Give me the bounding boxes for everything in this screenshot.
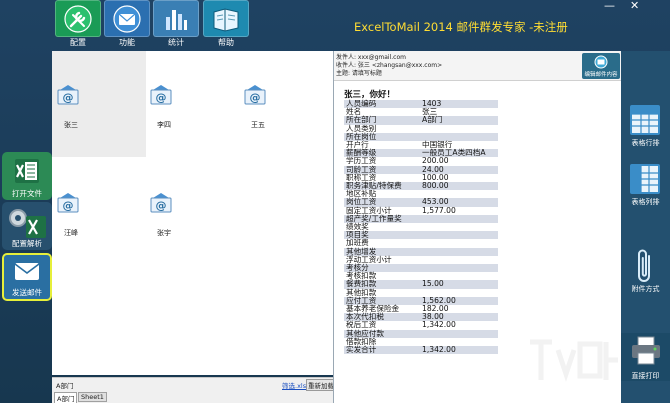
salary-row: 实发合计 1,342.00 <box>344 345 498 355</box>
salary-field-value <box>420 124 498 133</box>
salary-field-value <box>420 214 498 224</box>
filter-link[interactable]: 筛选.xls <box>282 380 306 390</box>
salary-field-value <box>420 231 498 240</box>
salary-field-value <box>420 247 498 256</box>
recipient-name: 汪峰 <box>64 229 78 237</box>
recipient-item[interactable]: @ 张三 <box>56 84 106 136</box>
mail-subject: 主题: 请填写标题 <box>336 70 382 77</box>
envelope-icon <box>104 0 150 37</box>
salary-field-value: 1,342.00 <box>420 345 498 355</box>
toolbar-config-label: 配置 <box>70 38 86 47</box>
salary-field-value: 800.00 <box>420 181 498 191</box>
table-rows-icon <box>630 105 660 135</box>
excel-config-icon <box>9 209 46 238</box>
toolbar-function-button[interactable]: 功能 <box>104 0 150 48</box>
toolbar-help-label: 帮助 <box>218 38 234 47</box>
svg-text:@: @ <box>63 199 74 212</box>
send-mail-icon <box>14 263 40 280</box>
app-window: 配置 功能 统计 帮助 ExcelToMail 2014 邮件群发专家 -未注册… <box>0 0 670 403</box>
salary-row: 人员编码 1403 <box>344 99 498 109</box>
toolbar-stats-button[interactable]: 统计 <box>153 0 199 48</box>
svg-text:@: @ <box>63 91 74 104</box>
salary-field-value: A部门 <box>420 116 498 125</box>
recipient-item[interactable]: @ 张宇 <box>149 192 199 244</box>
edit-mail-icon <box>594 55 608 69</box>
svg-text:@: @ <box>156 91 167 104</box>
edit-mail-content-label: 编辑邮件内容 <box>584 72 618 78</box>
mail-contact-icon: @ <box>57 193 79 213</box>
reload-button[interactable]: 重新加载 <box>306 379 336 391</box>
app-title: ExcelToMail 2014 邮件群发专家 -未注册 <box>354 20 568 34</box>
minimize-button[interactable]: — <box>604 0 615 12</box>
mail-header: 发件人: xxx@gmail.com 收件人: 张三 <zhangsan@xxx… <box>334 51 621 81</box>
bar-chart-icon <box>153 0 199 37</box>
attachment-mode-button[interactable]: 附件方式 <box>621 246 670 294</box>
table-rows-label: 表格行排 <box>631 139 660 147</box>
toolbar-function-label: 功能 <box>119 38 135 47</box>
help-book-icon <box>203 0 249 37</box>
edit-mail-content-button[interactable]: 编辑邮件内容 <box>582 53 620 79</box>
toolbar-help-button[interactable]: 帮助 <box>203 0 249 48</box>
salary-field-value <box>420 329 498 338</box>
salary-field-value <box>420 255 498 265</box>
svg-text:@: @ <box>156 199 167 212</box>
table-columns-icon <box>630 164 660 194</box>
recipient-name: 李四 <box>157 121 171 129</box>
salary-field-value <box>420 239 498 248</box>
recipient-name: 张宇 <box>157 229 171 237</box>
table-columns-button[interactable]: 表格列排 <box>621 159 670 207</box>
toolbar-config-button[interactable]: 配置 <box>55 0 101 48</box>
sidebar-send-mail-button[interactable]: 发送邮件 <box>2 253 52 301</box>
salary-field-value <box>420 264 498 273</box>
close-button[interactable]: ✕ <box>630 0 639 12</box>
recipient-name: 张三 <box>64 121 78 129</box>
mail-contact-icon: @ <box>150 85 172 105</box>
printer-icon <box>632 336 660 365</box>
paperclip-icon <box>638 249 650 282</box>
sidebar-config-parse-button[interactable]: 配置解析 <box>2 202 52 250</box>
salary-field-value: 1,342.00 <box>420 321 498 330</box>
mail-contact-icon: @ <box>57 85 79 105</box>
sheet-tab-a[interactable]: A部门 <box>54 392 78 403</box>
salary-field-value <box>420 223 498 232</box>
sidebar-send-mail-label: 发送邮件 <box>12 288 42 297</box>
group-label: A部门 <box>56 382 74 390</box>
table-columns-label: 表格列排 <box>631 198 660 206</box>
recipient-item[interactable]: @ 汪峰 <box>56 192 106 244</box>
svg-text:@: @ <box>250 91 261 104</box>
sheet-tab-sheet1[interactable]: Sheet1 <box>78 392 107 402</box>
salary-field-name: 实发合计 <box>344 345 420 355</box>
sidebar-open-file-label: 打开文件 <box>12 189 42 198</box>
table-rows-button[interactable]: 表格行排 <box>621 100 670 148</box>
direct-print-button[interactable]: 直接打印 <box>621 333 670 381</box>
watermark-logo <box>530 339 618 382</box>
mail-contact-icon: @ <box>150 193 172 213</box>
salary-table: 人员编码 1403 姓名 张三 所在部门 A部门 人员类别 所在岗位 开户行 中国银行 薪酬等级 一般… <box>344 99 498 355</box>
excel-icon <box>15 159 39 183</box>
sidebar-open-file-button[interactable]: 打开文件 <box>2 152 52 200</box>
mail-contact-icon: @ <box>244 85 266 105</box>
sidebar-config-parse-label: 配置解析 <box>12 239 42 248</box>
direct-print-label: 直接打印 <box>631 372 660 380</box>
sheet-bar: A部门 筛选.xls 重新加载 A部门 Sheet1 <box>52 377 336 403</box>
salary-field-value: 15.00 <box>420 280 498 289</box>
recipient-item[interactable]: @ 李四 <box>149 84 199 136</box>
attachment-mode-label: 附件方式 <box>631 285 660 293</box>
toolbar-stats-label: 统计 <box>168 38 184 47</box>
recipient-name: 王五 <box>251 121 265 129</box>
recipient-item[interactable]: @ 王五 <box>243 84 293 136</box>
wrench-screwdriver-icon <box>55 0 101 37</box>
salary-field-value: 1,577.00 <box>420 206 498 215</box>
